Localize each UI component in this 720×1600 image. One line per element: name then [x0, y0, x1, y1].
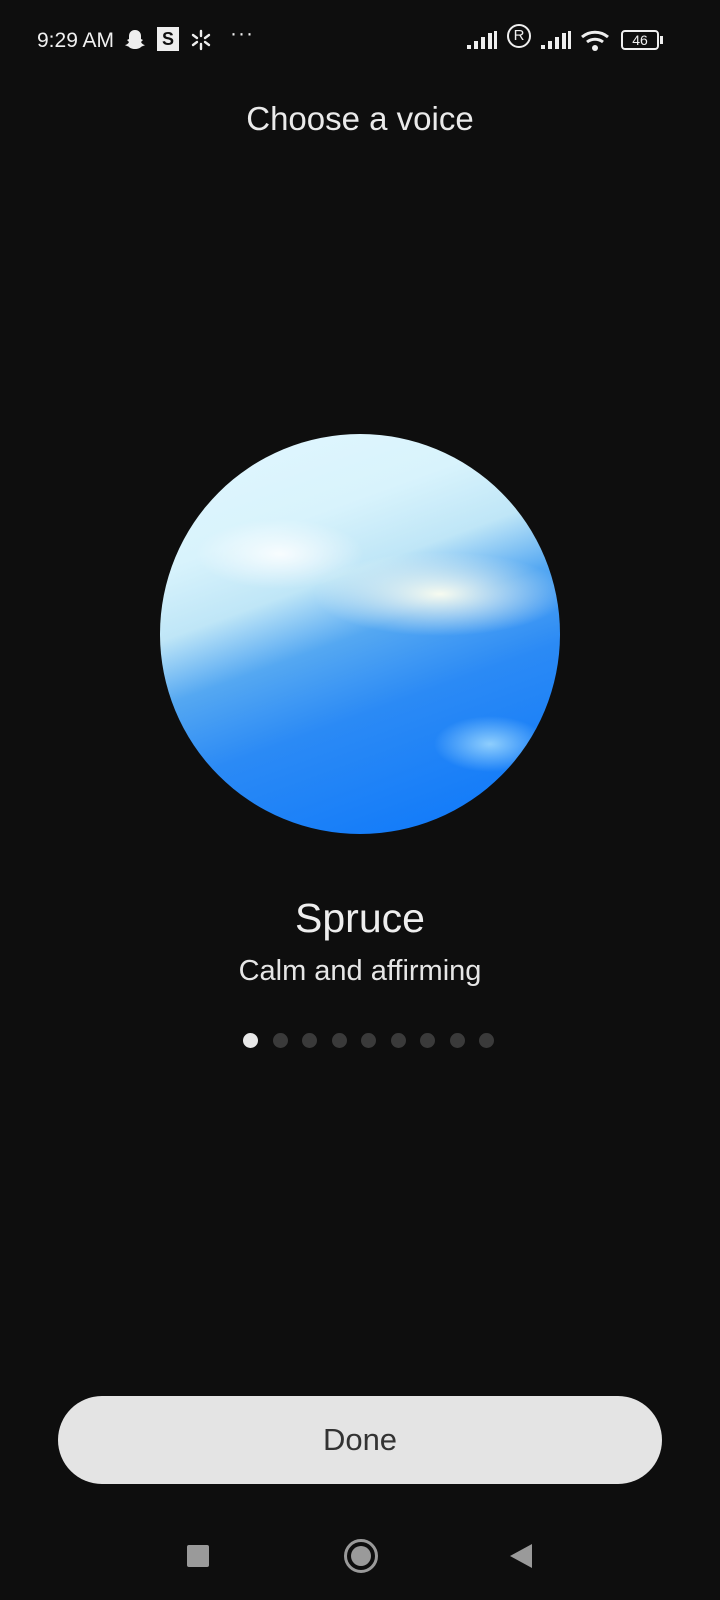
- page-title: Choose a voice: [0, 100, 720, 138]
- status-bar: 9:29 AM S ··· R 46: [0, 22, 720, 62]
- page-dot[interactable]: [450, 1033, 465, 1048]
- page-dot[interactable]: [332, 1033, 347, 1048]
- walmart-icon: [190, 28, 212, 52]
- page-dot[interactable]: [420, 1033, 435, 1048]
- home-icon[interactable]: [344, 1539, 378, 1573]
- back-icon[interactable]: [510, 1544, 532, 1568]
- page-indicator[interactable]: [243, 1033, 494, 1048]
- voice-description: Calm and affirming: [0, 955, 720, 988]
- s-app-icon: S: [157, 27, 179, 51]
- navigation-bar: [0, 1536, 720, 1576]
- voice-name: Spruce: [0, 895, 720, 942]
- more-icon: ···: [230, 22, 254, 46]
- signal-icon: [466, 28, 498, 52]
- page-dot[interactable]: [479, 1033, 494, 1048]
- page-dot[interactable]: [243, 1033, 258, 1048]
- battery-level: 46: [632, 32, 648, 48]
- page-dot[interactable]: [391, 1033, 406, 1048]
- signal-icon: [540, 28, 572, 52]
- wifi-icon: [580, 28, 612, 52]
- snapchat-icon: [124, 28, 146, 52]
- battery-icon: 46: [621, 30, 659, 50]
- done-button[interactable]: Done: [58, 1396, 662, 1484]
- recents-icon[interactable]: [187, 1545, 209, 1567]
- page-dot[interactable]: [273, 1033, 288, 1048]
- roaming-icon: R: [507, 24, 531, 48]
- page-dot[interactable]: [361, 1033, 376, 1048]
- page-dot[interactable]: [302, 1033, 317, 1048]
- status-time: 9:29 AM: [37, 29, 114, 53]
- voice-orb[interactable]: [160, 434, 560, 834]
